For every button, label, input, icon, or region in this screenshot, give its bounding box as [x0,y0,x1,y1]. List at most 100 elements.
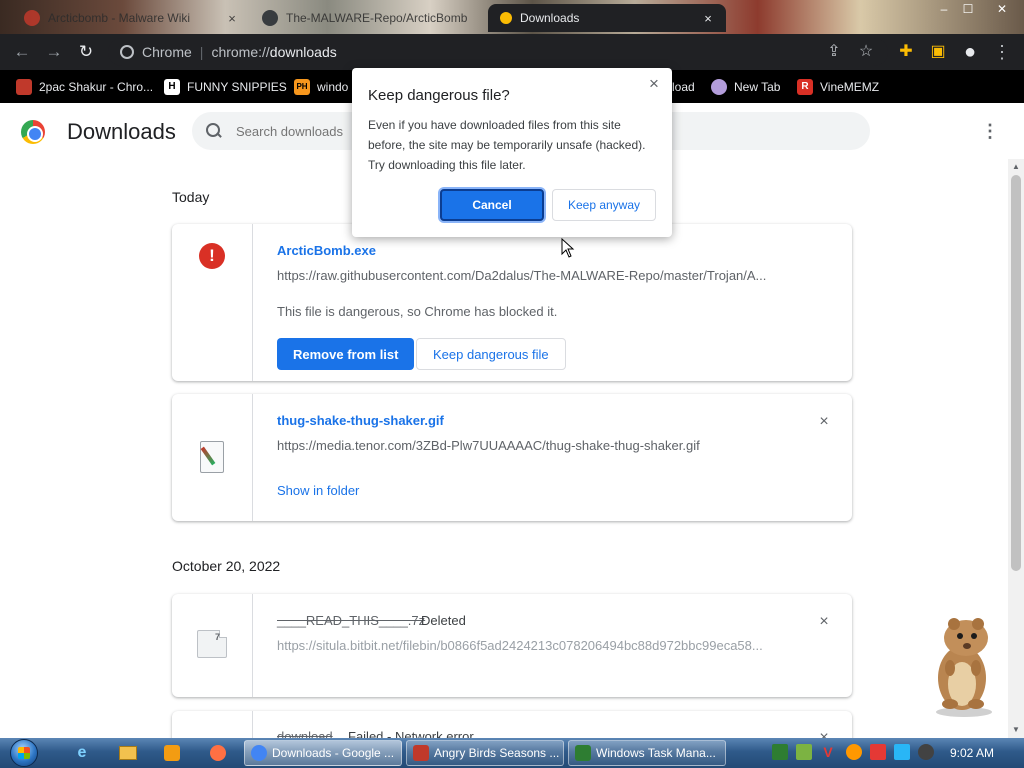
share-icon[interactable]: ⇪ [822,40,846,64]
tray-app-icon[interactable] [796,744,812,760]
bookmark-label: VineMEMZ [820,79,880,94]
new-tab-favicon-icon [711,78,727,95]
tab-downloads[interactable]: Downloads × [488,4,726,32]
download-item-failed: download Failed - Network error × [172,711,852,738]
hamster-sprite-icon [936,618,992,717]
archive-file-icon: 7 [197,630,227,658]
bookmark-funny-snippies[interactable]: H FUNNY SNIPPIES [164,70,287,103]
tab-strip: Arcticbomb - Malware Wiki × The-MALWARE-… [0,0,1024,34]
bookmark-vinememz[interactable]: R VineMEMZ [797,70,879,103]
2pac-favicon-icon [16,78,32,95]
chrome-menu-icon[interactable]: ⋮ [990,40,1014,64]
tray-flag-icon[interactable] [870,744,886,760]
ph-favicon-icon: PH [294,78,310,95]
scroll-up-arrow-icon[interactable]: ▲ [1008,159,1024,175]
taskbar-item-chrome-downloads[interactable]: Downloads - Google ... [244,740,402,766]
taskbar-item-angry-birds[interactable]: Angry Birds Seasons ... [406,740,564,766]
bookmark-label: 2pac Shakur - Chro... [39,79,154,94]
tray-search-icon[interactable] [846,744,862,760]
task-manager-taskbar-icon [575,745,591,761]
start-button[interactable] [6,738,46,768]
tray-v-icon[interactable]: V [820,744,836,760]
danger-warning-icon: ! [199,243,225,269]
dialog-close-icon[interactable]: × [644,74,664,94]
file-explorer-icon[interactable] [114,741,142,765]
download-url: https://media.tenor.com/3ZBd-Plw7UUAAAAC… [277,438,700,453]
bookmark-star-icon[interactable]: ☆ [854,40,878,64]
download-item-gif: thug-shake-thug-shaker.gif × https://med… [172,394,852,521]
reload-button[interactable]: ↻ [74,40,98,64]
bookmark-label: load [672,79,695,94]
tab-close-icon[interactable]: × [700,11,716,26]
forward-button[interactable]: → [42,40,66,64]
download-icon-column: ! [172,224,253,381]
chrome-logo-icon [21,120,45,144]
maximize-button[interactable]: ☐ [956,0,980,18]
dialog-body: Even if you have downloaded files from t… [368,118,646,172]
bookmark-windo[interactable]: PH windo [294,70,348,103]
internet-explorer-icon[interactable]: e [68,741,96,765]
download-filename[interactable]: ArcticBomb.exe [277,243,376,258]
chrome-site-icon [120,45,134,59]
taskbar-item-task-manager[interactable]: Windows Task Mana... [568,740,726,766]
taskbar-item-label: Downloads - Google ... [272,746,395,760]
tray-task-manager-icon[interactable] [772,744,788,760]
file-icon-text: 7 [215,632,221,642]
remove-item-close-icon[interactable]: × [816,414,832,430]
media-player-icon[interactable] [158,741,186,765]
gif-file-icon [200,441,224,473]
taskbar-clock[interactable]: 9:02 AM [950,746,994,760]
tab-label: The-MALWARE-Repo/ArcticBomb [286,11,468,25]
paint-app-icon[interactable] [204,741,232,765]
keep-dangerous-file-button[interactable]: Keep dangerous file [416,338,566,370]
side-panel-icon[interactable]: ▣ [926,40,950,64]
download-item-arcticbomb: ! ArcticBomb.exe https://raw.githubuserc… [172,224,852,381]
omnibox-separator: | [199,44,204,60]
download-filename[interactable]: thug-shake-thug-shaker.gif [277,413,444,428]
keep-anyway-button[interactable]: Keep anyway [552,189,656,221]
tab-arcticbomb-wiki[interactable]: Arcticbomb - Malware Wiki × [14,4,250,32]
tray-volume-icon[interactable] [918,744,934,760]
tab-close-icon[interactable]: × [224,11,240,26]
extensions-icon[interactable]: ✚ [894,40,918,64]
section-date-oct-20: October 20, 2022 [172,558,281,574]
search-icon [204,121,224,141]
profile-avatar-icon[interactable]: ● [958,40,982,64]
remove-item-close-icon[interactable]: × [816,614,832,630]
download-status: Failed - Network error [348,729,474,738]
close-window-button[interactable]: ✕ [990,0,1014,18]
windows-taskbar: e Downloads - Google ... Angry Birds Sea… [0,738,1024,768]
bookmark-load[interactable]: load [672,70,695,103]
address-bar[interactable]: Chrome | chrome:// downloads [108,38,888,66]
section-date-today: Today [172,189,210,205]
bookmark-new-tab[interactable]: New Tab [711,70,780,103]
tab-github-repo[interactable]: The-MALWARE-Repo/ArcticBomb [252,4,484,32]
cancel-button[interactable]: Cancel [440,189,544,221]
url-path: downloads [269,44,337,60]
tray-network-icon[interactable] [894,744,910,760]
bookmark-2pac[interactable]: 2pac Shakur - Chro... [16,70,153,103]
show-in-folder-link[interactable]: Show in folder [277,483,359,498]
page-menu-icon[interactable]: ⋮ [980,119,1000,143]
download-url: https://situla.bitbit.net/filebin/b0866f… [277,638,763,653]
bookmark-label: windo [317,79,349,94]
back-button[interactable]: ← [10,40,34,64]
chrome-taskbar-icon [251,745,267,761]
angry-birds-taskbar-icon [413,745,429,761]
page-scrollbar[interactable]: ▲ ▼ [1008,159,1024,738]
remove-from-list-button[interactable]: Remove from list [277,338,415,370]
page-title: Downloads [67,119,176,144]
remove-item-close-icon[interactable]: × [816,730,832,739]
download-icon-column [172,394,253,521]
download-status: Deleted [421,613,466,628]
downloads-favicon-icon [500,12,512,24]
scroll-thumb[interactable] [1011,175,1021,571]
vinememz-favicon-icon: R [797,78,813,95]
browser-toolbar: ← → ↻ Chrome | chrome:// downloads ⇪ ☆ ✚… [0,34,1024,70]
download-url: https://raw.githubusercontent.com/Da2dal… [277,268,767,283]
dialog-title: Keep dangerous file? [368,87,510,104]
taskbar-item-label: Windows Task Mana... [596,746,716,760]
download-icon-column [172,711,253,738]
minimize-button[interactable]: – [932,0,956,18]
scroll-down-arrow-icon[interactable]: ▼ [1008,722,1024,738]
